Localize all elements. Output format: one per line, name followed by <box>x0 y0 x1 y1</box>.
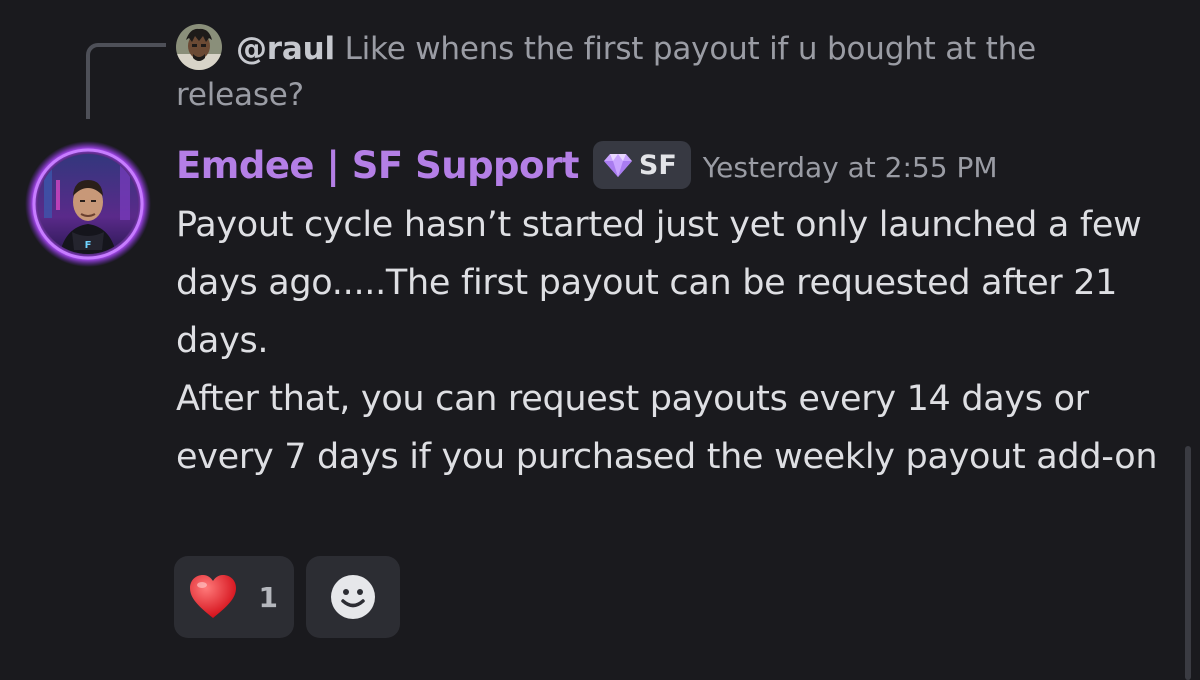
chat-view: @raul Like whens the first payout if u b… <box>0 0 1200 680</box>
message-paragraph: After that, you can request payouts ever… <box>176 379 1158 477</box>
message-header: Emdee | SF Support SF Yesterday at 2:55 … <box>176 138 997 192</box>
reaction-count: 1 <box>258 580 278 614</box>
message-timestamp[interactable]: Yesterday at 2:55 PM <box>703 147 998 184</box>
role-tag[interactable]: SF <box>592 141 691 189</box>
add-reaction-icon <box>331 575 375 619</box>
heart-icon <box>190 575 236 618</box>
reply-username[interactable]: @raul <box>236 31 335 67</box>
author-name[interactable]: Emdee | SF Support <box>176 144 579 187</box>
message-paragraph: Payout cycle hasn’t started just yet onl… <box>176 205 1142 361</box>
reply-preview[interactable]: @raul Like whens the first payout if u b… <box>176 26 1136 118</box>
reply-connector <box>86 43 166 119</box>
svg-text:F: F <box>85 240 92 251</box>
reaction-heart-button[interactable]: 1 <box>174 556 294 638</box>
gem-icon <box>603 154 632 177</box>
message-content: Payout cycle hasn’t started just yet onl… <box>176 196 1176 486</box>
author-avatar[interactable]: F <box>24 140 152 268</box>
role-tag-label: SF <box>638 149 677 181</box>
add-reaction-button[interactable] <box>306 556 400 638</box>
reaction-bar: 1 <box>174 556 400 638</box>
scrollbar-thumb[interactable] <box>1185 446 1191 680</box>
